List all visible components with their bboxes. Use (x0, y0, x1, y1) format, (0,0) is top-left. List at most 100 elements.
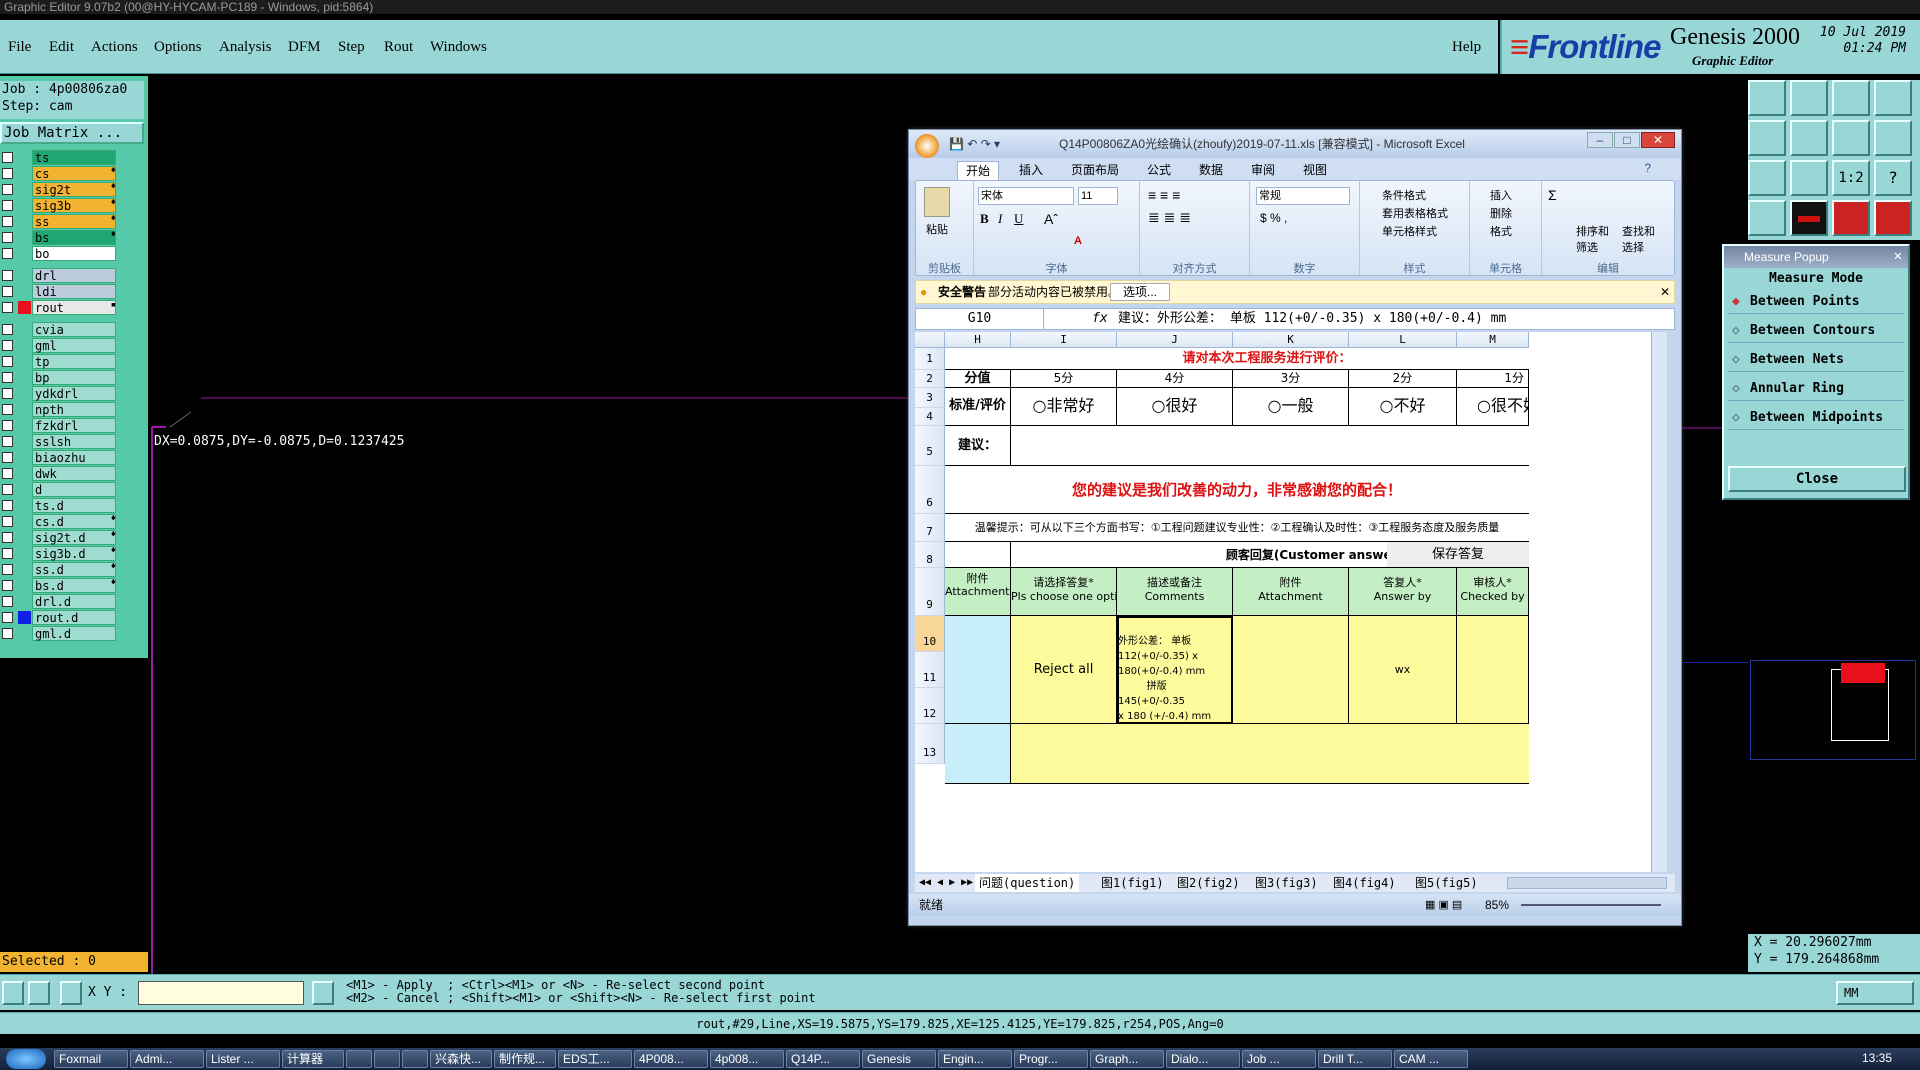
layer-color-swatch[interactable] (18, 531, 31, 544)
row-header[interactable]: 2 (915, 370, 945, 388)
row-header[interactable]: 13 (915, 724, 945, 764)
menu-file[interactable]: File (8, 39, 31, 56)
layer-row[interactable]: biaozhu (0, 450, 118, 465)
layer-checkbox[interactable] (2, 286, 13, 297)
layer-toggle-icon[interactable] (1832, 200, 1870, 236)
menu-step[interactable]: Step (338, 39, 365, 56)
layer-row[interactable]: ldi (0, 284, 118, 299)
font-grow-icon[interactable]: Aˆ (1044, 211, 1058, 227)
col-header-l[interactable]: L (1349, 332, 1457, 348)
layer-row[interactable]: sig2t ♦ (0, 182, 118, 197)
layer-checkbox[interactable] (2, 248, 13, 259)
layer-name[interactable]: gml (32, 338, 116, 353)
measure-close-button[interactable]: Close (1728, 466, 1906, 492)
layer-name[interactable]: npth (32, 402, 116, 417)
menu-analysis[interactable]: Analysis (219, 39, 272, 56)
layer-color-swatch[interactable] (18, 435, 31, 448)
layer-toggle2-icon[interactable] (1874, 200, 1912, 236)
table-format-button[interactable]: 套用表格格式 (1382, 205, 1448, 221)
col-header-k[interactable]: K (1233, 332, 1349, 348)
taskbar-item[interactable]: 制作规... (494, 1050, 556, 1068)
measure-option-annular-ring[interactable]: ◇ Annular Ring (1728, 376, 1904, 401)
percent-icon[interactable]: $ % , (1260, 211, 1287, 225)
taskbar-item[interactable]: Foxmail (54, 1050, 128, 1068)
taskbar-item[interactable] (346, 1050, 372, 1068)
row-header[interactable]: 5 (915, 426, 945, 466)
zoom-out-icon[interactable] (1790, 120, 1828, 156)
tab-page-layout[interactable]: 页面布局 (1071, 161, 1119, 180)
layer-checkbox[interactable] (2, 302, 13, 313)
minimize-icon[interactable]: – (1587, 132, 1613, 148)
layer-checkbox[interactable] (2, 324, 13, 335)
measure-option-between-contours[interactable]: ◇ Between Contours (1728, 318, 1904, 343)
close-icon[interactable]: ✕ (1894, 248, 1902, 264)
attachment-cell[interactable] (945, 616, 1011, 724)
taskbar-item[interactable]: Drill T... (1318, 1050, 1392, 1068)
quick-access-icons[interactable]: 💾 ↶ ↷ ▾ (949, 130, 1000, 158)
layer-row[interactable]: gml.d (0, 626, 118, 641)
job-matrix-button[interactable]: Job Matrix ... (0, 122, 144, 144)
sheet-tab-fig4[interactable]: 图4(fig4) (1333, 874, 1396, 892)
layer-name[interactable]: dwk (32, 466, 116, 481)
layer-row[interactable]: ts.d (0, 498, 118, 513)
empty-cell[interactable] (1011, 724, 1529, 784)
layer-color-swatch[interactable] (18, 467, 31, 480)
taskbar-item[interactable]: Q14P... (786, 1050, 860, 1068)
name-box[interactable]: G10 (916, 309, 1044, 329)
layer-color-swatch[interactable] (18, 403, 31, 416)
measure-option-between-midpoints[interactable]: ◇ Between Midpoints (1728, 405, 1904, 430)
number-format-select[interactable]: 常规 (1256, 187, 1350, 205)
font-name-select[interactable]: 宋体 (978, 187, 1074, 205)
fx-icon[interactable]: fx (1092, 309, 1108, 329)
layer-row[interactable]: bo (0, 246, 118, 261)
sheet-tab-fig3[interactable]: 图3(fig3) (1255, 874, 1318, 892)
checked-by-cell[interactable] (1457, 616, 1529, 724)
layer-row[interactable]: sig2t.d ♦ (0, 530, 118, 545)
pan-icon[interactable] (1832, 120, 1870, 156)
restore-icon[interactable]: □ (1614, 132, 1640, 148)
taskbar-item[interactable]: Dialo... (1166, 1050, 1240, 1068)
layer-checkbox[interactable] (2, 452, 13, 463)
center-icon[interactable] (1790, 160, 1828, 196)
row-header[interactable]: 3 (915, 388, 945, 408)
layer-checkbox[interactable] (2, 420, 13, 431)
rating-very-good[interactable]: ○非常好 (1011, 388, 1117, 426)
menu-rout[interactable]: Rout (384, 39, 413, 56)
layer-name[interactable]: drl.d (32, 594, 116, 609)
sum-icon[interactable]: Σ (1548, 187, 1557, 203)
layer-checkbox[interactable] (2, 404, 13, 415)
layer-name[interactable]: gml.d (32, 626, 116, 641)
layer-checkbox[interactable] (2, 184, 13, 195)
measure-icon[interactable] (1748, 200, 1786, 236)
layer-color-swatch[interactable] (18, 627, 31, 640)
layer-checkbox[interactable] (2, 580, 13, 591)
layer-name[interactable]: bs (32, 230, 116, 245)
sheet-tab-question[interactable]: 问题(question) (975, 874, 1080, 892)
layer-color-swatch[interactable] (18, 339, 31, 352)
layer-name[interactable]: ss.d (32, 562, 116, 577)
vertical-scrollbar[interactable] (1651, 332, 1667, 872)
rating-bad[interactable]: ○不好 (1349, 388, 1457, 426)
menu-edit[interactable]: Edit (49, 39, 74, 56)
ruler-icon[interactable] (1790, 200, 1828, 236)
italic-button[interactable]: I (998, 211, 1002, 227)
layer-color-swatch[interactable] (18, 547, 31, 560)
help-icon[interactable]: ? (1874, 160, 1912, 196)
redraw-icon[interactable] (1874, 120, 1912, 156)
layer-color-swatch[interactable] (18, 419, 31, 432)
grid-tool-icon[interactable] (60, 981, 82, 1005)
rating-very-bad[interactable]: ○很不好 (1457, 388, 1529, 426)
tab-home[interactable]: 开始 (957, 161, 1000, 180)
layer-row[interactable]: rout ▪ (0, 300, 118, 315)
taskbar-item[interactable] (374, 1050, 400, 1068)
layer-color-swatch[interactable] (18, 611, 31, 624)
row-header[interactable]: 11 (915, 652, 945, 688)
layer-row[interactable]: bs.d ♦ (0, 578, 118, 593)
layer-checkbox[interactable] (2, 200, 13, 211)
bold-button[interactable]: B (980, 211, 989, 227)
sheet-tab-fig1[interactable]: 图1(fig1) (1101, 874, 1164, 892)
insert-cells-button[interactable]: 插入 (1490, 187, 1512, 203)
layer-color-swatch[interactable] (18, 231, 31, 244)
paste-button[interactable]: 粘贴 (926, 221, 948, 237)
col-header-j[interactable]: J (1117, 332, 1233, 348)
